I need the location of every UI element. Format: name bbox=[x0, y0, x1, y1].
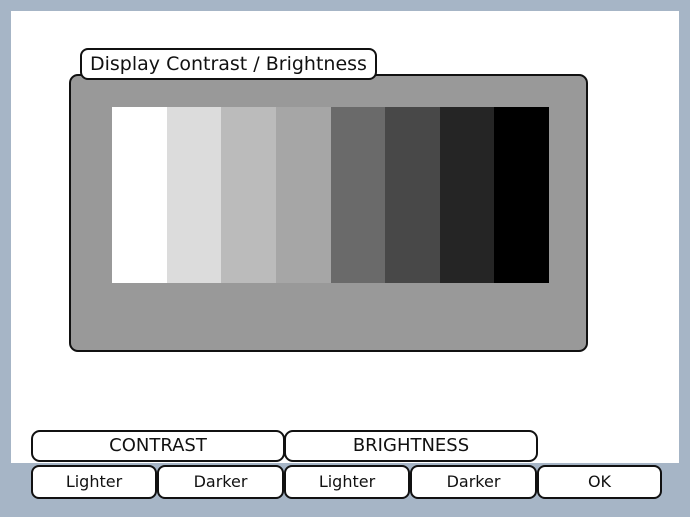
gray-swatch-4 bbox=[275, 107, 331, 283]
gray-swatch-2 bbox=[166, 107, 222, 283]
contrast-section-label: CONTRAST bbox=[31, 430, 285, 462]
contrast-lighter-button[interactable]: Lighter bbox=[31, 465, 157, 499]
gray-swatch-1 bbox=[112, 107, 167, 283]
contrast-darker-button[interactable]: Darker bbox=[157, 465, 284, 499]
lcd-screen: Display Contrast / Brightness CONTRAST B… bbox=[11, 11, 679, 507]
grayscale-test-pattern bbox=[112, 107, 549, 283]
gray-swatch-8 bbox=[494, 107, 549, 283]
brightness-section-label: BRIGHTNESS bbox=[284, 430, 538, 462]
brightness-darker-button[interactable]: Darker bbox=[410, 465, 537, 499]
ok-button[interactable]: OK bbox=[537, 465, 662, 499]
panel-title: Display Contrast / Brightness bbox=[80, 48, 377, 80]
device-bezel: Display Contrast / Brightness CONTRAST B… bbox=[0, 0, 690, 517]
brightness-lighter-button[interactable]: Lighter bbox=[284, 465, 410, 499]
gray-swatch-6 bbox=[385, 107, 440, 283]
gray-swatch-5 bbox=[330, 107, 386, 283]
gray-swatch-3 bbox=[221, 107, 276, 283]
softkey-bar: Lighter Darker Lighter Darker OK bbox=[11, 463, 679, 507]
gray-swatch-7 bbox=[439, 107, 495, 283]
